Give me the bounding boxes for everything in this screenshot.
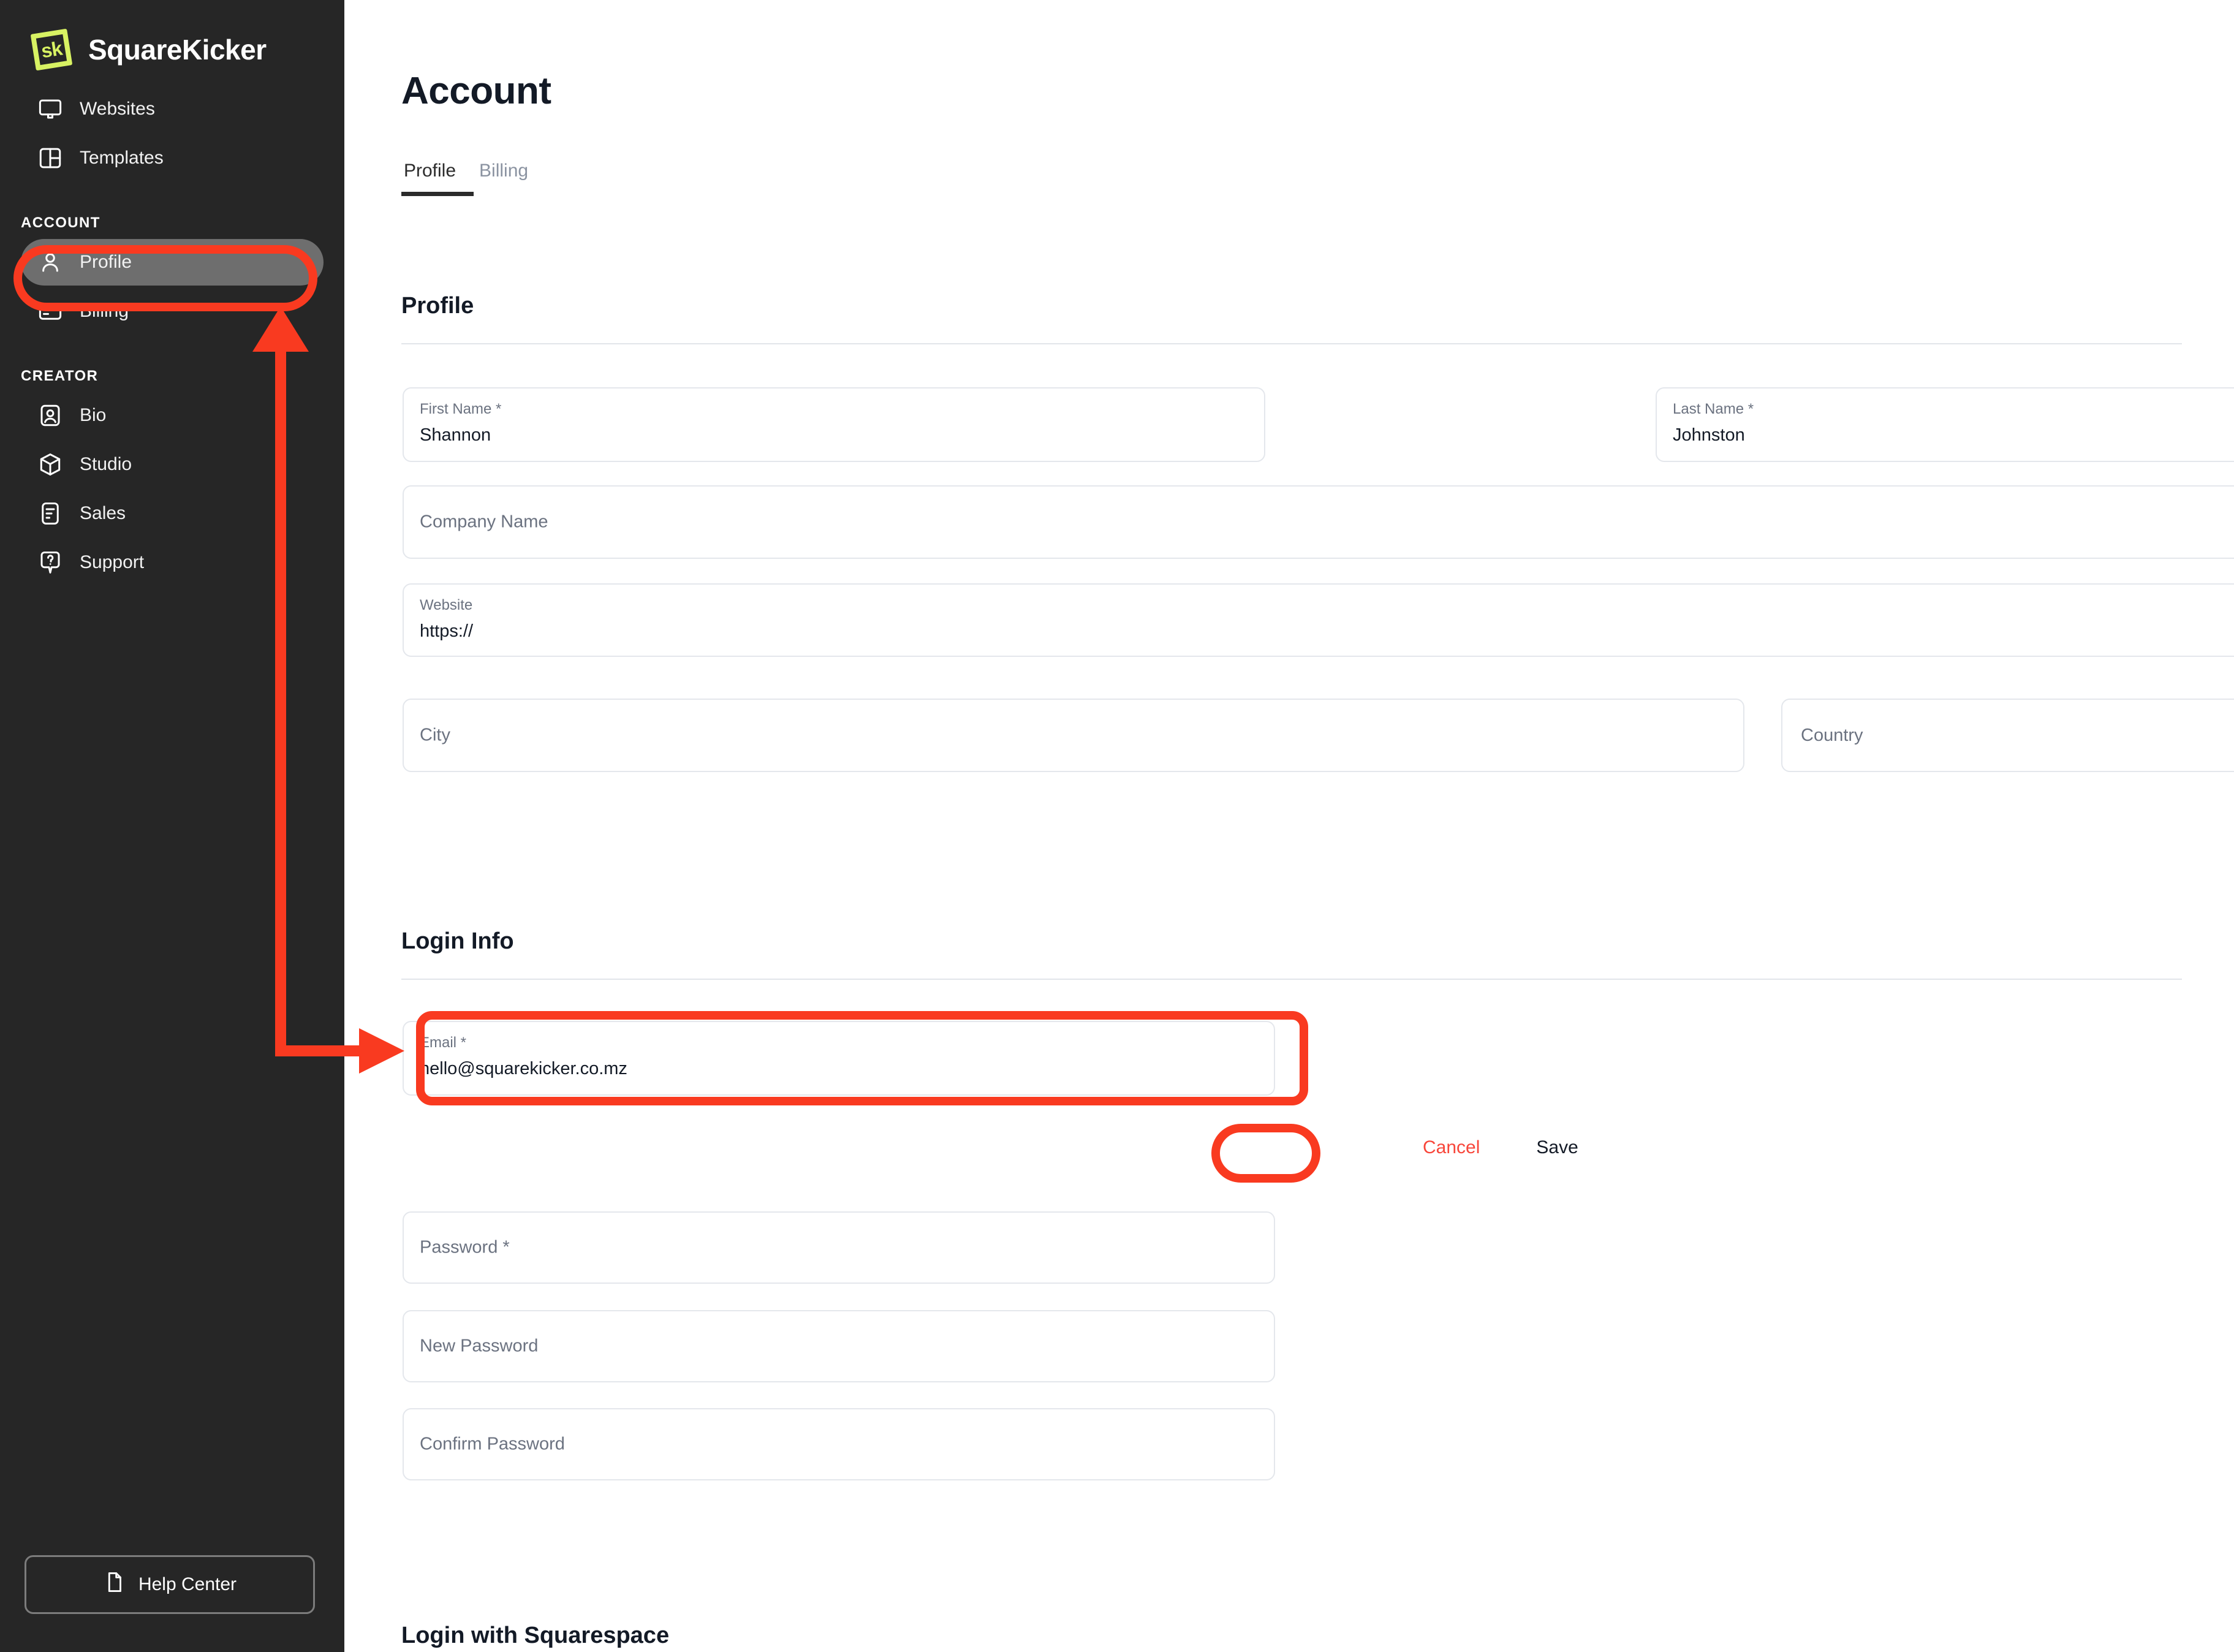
brand-logo[interactable]: sk SquareKicker [0,0,344,72]
company-name-field[interactable]: Company Name [403,485,2234,559]
city-field[interactable]: City [403,699,1744,772]
question-bubble-icon [37,549,64,576]
password-placeholder: Password * [420,1237,510,1257]
website-value: https:// [420,621,474,641]
main-content: Account Profile Billing Profile First Na… [344,0,2234,1652]
website-field[interactable]: Website https:// [403,583,2234,657]
sidebar-item-label: Templates [80,148,164,168]
email-label: Email * [420,1034,467,1051]
country-select[interactable]: Country [1781,699,2234,772]
profile-section-heading: Profile [401,293,474,319]
monitor-icon [37,96,64,123]
squarekicker-logo-icon: sk [28,26,75,73]
first-name-value: Shannon [420,425,491,445]
sidebar-section-creator: CREATOR [21,368,99,384]
new-password-field[interactable]: New Password [403,1310,1275,1382]
sidebar-section-account: ACCOUNT [21,214,100,231]
sidebar-item-templates[interactable]: Templates [21,135,324,181]
sidebar-item-sales[interactable]: Sales [21,490,324,537]
squarespace-section-heading: Login with Squarespace [401,1623,670,1648]
city-placeholder: City [420,725,450,745]
sidebar-item-label: Support [80,552,145,572]
document-list-icon [37,500,64,527]
sidebar-item-billing[interactable]: Billing [21,288,324,335]
sidebar-top-nav: Websites Templates [0,86,344,181]
sidebar-item-label: Billing [80,301,129,321]
page-title: Account [401,70,551,112]
brand-name: SquareKicker [88,34,267,66]
sidebar: sk SquareKicker Websites Templates ACCOU… [0,0,344,1652]
help-center-label: Help Center [138,1574,237,1594]
credit-card-icon [37,298,64,325]
profile-section-divider [401,343,2182,344]
sidebar-item-label: Websites [80,99,155,119]
email-field[interactable]: Email * hello@squarekicker.co.mz [403,1021,1275,1096]
sidebar-item-websites[interactable]: Websites [21,86,324,132]
sidebar-item-label: Bio [80,405,107,425]
website-label: Website [420,597,473,613]
sidebar-creator-nav: Bio Studio Sales Support [0,392,344,586]
confirm-password-placeholder: Confirm Password [420,1434,565,1454]
last-name-label: Last Name * [1673,401,1754,417]
sidebar-item-label: Profile [80,252,132,272]
help-center-button[interactable]: Help Center [25,1555,315,1614]
cancel-button[interactable]: Cancel [1423,1137,1480,1158]
country-placeholder: Country [1801,725,1863,745]
tab-billing[interactable]: Billing [477,161,549,196]
first-name-field[interactable]: First Name * Shannon [403,387,1265,462]
id-card-icon [37,402,64,429]
account-page: sk SquareKicker Websites Templates ACCOU… [0,0,2234,1652]
new-password-placeholder: New Password [420,1336,539,1356]
login-info-divider [401,979,2182,980]
cube-icon [37,451,64,478]
sidebar-item-support[interactable]: Support [21,539,324,586]
confirm-password-field[interactable]: Confirm Password [403,1408,1275,1480]
sidebar-item-studio[interactable]: Studio [21,441,324,488]
document-icon [103,1571,126,1599]
tab-profile[interactable]: Profile [401,161,477,196]
company-name-placeholder: Company Name [420,512,548,532]
sidebar-item-bio[interactable]: Bio [21,392,324,439]
help-center-container: Help Center [25,1555,315,1614]
layout-panel-icon [37,145,64,172]
sidebar-item-label: Studio [80,454,132,474]
last-name-field[interactable]: Last Name * Johnston [1656,387,2234,462]
email-value: hello@squarekicker.co.mz [420,1059,627,1078]
save-button[interactable]: Save [1515,1127,1599,1168]
sidebar-item-label: Sales [80,503,126,523]
login-info-heading: Login Info [401,928,514,954]
sidebar-account-nav: Profile Billing [0,239,344,335]
password-field[interactable]: Password * [403,1211,1275,1284]
account-tabs: Profile Billing [401,161,549,196]
sidebar-item-profile[interactable]: Profile [21,239,324,286]
last-name-value: Johnston [1673,425,1745,445]
logo-mark-text: sk [39,37,64,62]
user-icon [37,249,64,276]
first-name-label: First Name * [420,401,502,417]
email-actions: Cancel Save [1423,1127,1599,1168]
